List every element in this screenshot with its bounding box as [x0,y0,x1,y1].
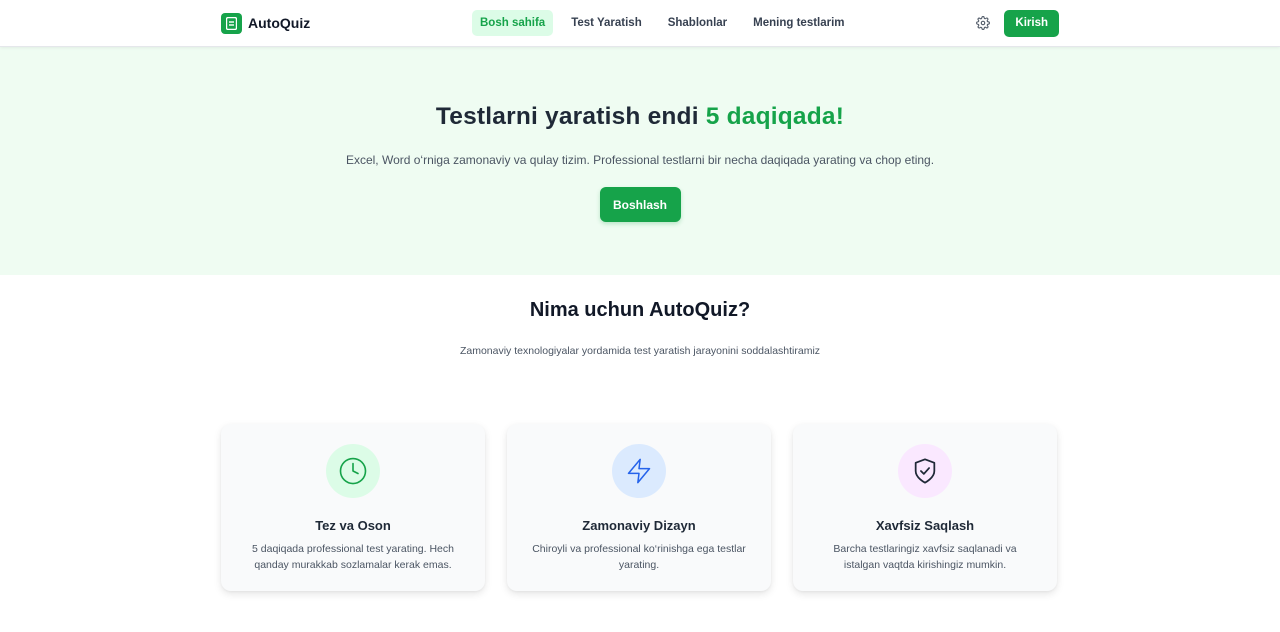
nav-link-home[interactable]: Bosh sahifa [472,10,554,36]
feature-description: Chiroyli va professional ko‘rinishga ega… [532,543,746,571]
nav-link-templates[interactable]: Shablonlar [660,10,735,36]
why-section: Nima uchun AutoQuiz? Zamonaviy texnologi… [0,275,1280,357]
hero-title: Testlarni yaratish endi 5 daqiqada! [0,103,1280,131]
why-subtitle: Zamonaviy texnologiyalar yordamida test … [459,345,821,357]
start-button[interactable]: Boshlash [599,187,681,222]
login-button[interactable]: Kirish [1004,9,1059,37]
feature-card-design: Zamonaviy Dizayn Chiroyli va professiona… [507,424,771,591]
lightning-icon [612,444,666,498]
feature-description: 5 daqiqada professional test yarating. H… [252,543,454,571]
feature-card-secure: Xavfsiz Saqlash Barcha testlaringiz xavf… [793,424,1057,591]
feature-title: Tez va Oson [315,518,391,533]
feature-title: Xavfsiz Saqlash [875,518,975,533]
nav-link-my-tests[interactable]: Mening testlarim [745,10,852,36]
nav-actions: Kirish [974,9,1059,37]
hero-title-accent: 5 daqiqada! [705,103,845,130]
why-title: Nima uchun AutoQuiz? [529,299,751,321]
quiz-logo-icon [221,12,242,34]
navbar-inner: AutoQuiz Bosh sahifa Test Yaratish Shabl… [221,0,1059,46]
feature-title: Zamonaviy Dizayn [582,518,696,533]
shield-check-icon [898,444,952,498]
clock-icon [326,444,380,498]
hero-subtitle: Excel, Word o‘rniga zamonaviy va qulay t… [345,153,935,167]
nav-links: Bosh sahifa Test Yaratish Shablonlar Men… [472,10,863,36]
feature-card-fast: Tez va Oson 5 daqiqada professional test… [221,424,485,591]
hero-section: Testlarni yaratish endi 5 daqiqada! Exce… [0,47,1280,275]
feature-description: Barcha testlaringiz xavfsiz saqlanadi va… [833,543,1017,571]
brand[interactable]: AutoQuiz [221,12,311,34]
hero-title-main: Testlarni yaratish endi [435,103,706,130]
brand-name: AutoQuiz [248,15,311,31]
gear-icon[interactable] [974,14,992,32]
nav-link-create-test[interactable]: Test Yaratish [563,10,650,36]
features-grid: Tez va Oson 5 daqiqada professional test… [221,424,1057,591]
top-navbar: AutoQuiz Bosh sahifa Test Yaratish Shabl… [0,0,1280,47]
